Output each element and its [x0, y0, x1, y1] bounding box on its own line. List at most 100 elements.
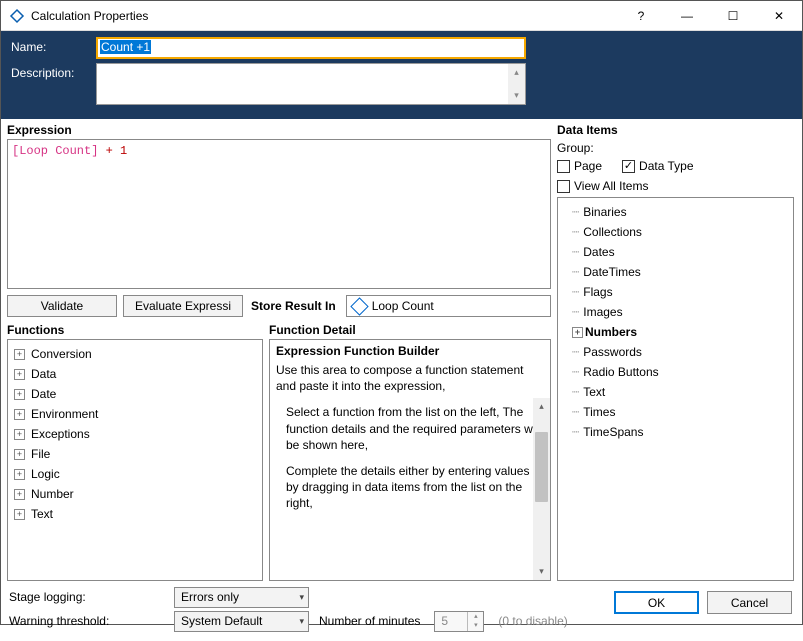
validate-button[interactable]: Validate — [7, 295, 117, 317]
warning-threshold-combo[interactable]: System Default ▾ — [174, 611, 309, 632]
dataitem-category[interactable]: ┈ Passwords — [562, 342, 789, 362]
expression-editor[interactable]: [Loop Count] + 1 — [7, 139, 551, 289]
dataitem-category-label: Passwords — [583, 345, 642, 359]
expander-icon[interactable]: + — [14, 409, 25, 420]
tree-dash-icon: ┈ — [572, 205, 579, 219]
evaluate-button[interactable]: Evaluate Expressi — [123, 295, 243, 317]
expander-icon[interactable]: + — [14, 349, 25, 360]
minutes-value: 5 — [441, 614, 448, 628]
warning-threshold-label: Warning threshold: — [9, 614, 174, 628]
dataitem-category[interactable]: ┈Text — [562, 382, 789, 402]
expander-icon[interactable]: + — [14, 449, 25, 460]
function-category[interactable]: +Logic — [10, 464, 260, 484]
function-category[interactable]: +Date — [10, 384, 260, 404]
dataitem-category[interactable]: ┈Images — [562, 302, 789, 322]
expander-icon[interactable]: + — [14, 469, 25, 480]
tree-dash-icon: ┈ — [572, 405, 579, 419]
function-detail-box: Expression Function Builder Use this are… — [269, 339, 551, 581]
expander-icon[interactable]: + — [14, 369, 25, 380]
expander-icon[interactable]: + — [14, 429, 25, 440]
description-field[interactable]: ▴ ▾ — [96, 63, 526, 105]
spin-up-icon[interactable]: ▴ — [468, 612, 483, 622]
maximize-button[interactable]: ☐ — [710, 1, 756, 31]
function-category[interactable]: + Exceptions — [10, 424, 260, 444]
dataitem-category-label: Numbers — [585, 325, 637, 339]
tree-dash-icon: ┈ — [572, 225, 579, 239]
minutes-label: Number of minutes — [319, 614, 420, 628]
dataitem-category-label: TimeSpans — [583, 425, 643, 439]
stage-logging-combo[interactable]: Errors only ▾ — [174, 587, 309, 608]
datatype-checkbox[interactable]: ✓ Data Type — [622, 159, 693, 173]
dataitems-tree[interactable]: ┈Binaries┈Collections┈Dates┈DateTimes┈Fl… — [557, 197, 794, 581]
function-category[interactable]: + Number — [10, 484, 260, 504]
tree-dash-icon: ┈ — [572, 345, 579, 359]
description-label: Description: — [11, 63, 96, 80]
functions-tree[interactable]: +Conversion+Data+Date+Environment+Except… — [7, 339, 263, 581]
description-scrollbar[interactable]: ▴ ▾ — [508, 64, 525, 104]
ok-button[interactable]: OK — [614, 591, 699, 614]
expression-label: Expression — [7, 123, 551, 137]
expander-icon[interactable]: + — [14, 509, 25, 520]
scroll-thumb[interactable] — [535, 432, 548, 502]
dataitem-category[interactable]: +Numbers — [562, 322, 789, 342]
close-button[interactable]: ✕ — [756, 1, 802, 31]
dataitems-label: Data Items — [557, 123, 794, 137]
dataitem-category[interactable]: ┈ TimeSpans — [562, 422, 789, 442]
stage-logging-value: Errors only — [181, 590, 239, 604]
stage-logging-label: Stage logging: — [9, 590, 174, 604]
store-result-label: Store Result In — [251, 299, 336, 313]
dataitem-category[interactable]: ┈Flags — [562, 282, 789, 302]
minutes-spinner[interactable]: 5 ▴ ▾ — [434, 611, 484, 632]
cancel-button[interactable]: Cancel — [707, 591, 792, 614]
function-category[interactable]: +File — [10, 444, 260, 464]
dataitem-category[interactable]: ┈Times — [562, 402, 789, 422]
warning-threshold-value: System Default — [181, 614, 262, 628]
dataitem-category[interactable]: ┈Radio Buttons — [562, 362, 789, 382]
expander-icon[interactable]: + — [14, 489, 25, 500]
dataitem-category[interactable]: ┈Binaries — [562, 202, 789, 222]
tree-dash-icon: ┈ — [572, 265, 579, 279]
expr-token-dataitem: [Loop Count] — [12, 144, 98, 158]
description-textarea[interactable] — [97, 64, 525, 104]
minimize-button[interactable]: — — [664, 1, 710, 31]
scroll-down-icon[interactable]: ▾ — [533, 563, 550, 580]
spin-down-icon[interactable]: ▾ — [468, 621, 483, 631]
expander-icon[interactable]: + — [572, 327, 583, 338]
app-icon — [9, 8, 25, 24]
name-field-wrap[interactable]: Count +1 — [96, 37, 526, 59]
tree-dash-icon: ┈ — [572, 365, 579, 379]
functions-label: Functions — [7, 323, 263, 337]
function-category[interactable]: + Conversion — [10, 344, 260, 364]
detail-p3: Complete the details either by entering … — [286, 463, 544, 512]
dataitem-category[interactable]: ┈ DateTimes — [562, 262, 789, 282]
function-category[interactable]: +Data — [10, 364, 260, 384]
expander-icon[interactable]: + — [14, 389, 25, 400]
expr-token-rest: + 1 — [98, 144, 127, 158]
tree-dash-icon: ┈ — [572, 305, 579, 319]
help-button[interactable]: ? — [618, 1, 664, 31]
tree-dash-icon: ┈ — [572, 425, 579, 439]
dataitem-category[interactable]: ┈Dates — [562, 242, 789, 262]
function-detail-label: Function Detail — [269, 323, 551, 337]
function-category[interactable]: + Environment — [10, 404, 260, 424]
function-category-label: Text — [31, 507, 53, 521]
detail-scrollbar[interactable]: ▴ ▾ — [533, 398, 550, 580]
function-category[interactable]: + Text — [10, 504, 260, 524]
function-category-label: Environment — [31, 407, 98, 421]
viewall-checkbox[interactable]: View All Items — [557, 179, 794, 193]
function-category-label: Conversion — [31, 347, 92, 361]
store-result-field[interactable]: Loop Count — [346, 295, 551, 317]
dataitem-category[interactable]: ┈Collections — [562, 222, 789, 242]
scroll-up-icon[interactable]: ▴ — [533, 398, 550, 415]
scroll-up-icon[interactable]: ▴ — [514, 64, 519, 81]
dataitem-category-label: Dates — [583, 245, 614, 259]
dataitem-category-label: DateTimes — [583, 265, 641, 279]
page-checkbox[interactable]: Page — [557, 159, 602, 173]
datatype-checkbox-label: Data Type — [639, 159, 693, 173]
scroll-down-icon[interactable]: ▾ — [514, 87, 519, 104]
store-result-value: Loop Count — [372, 299, 434, 313]
detail-p1: Use this area to compose a function stat… — [276, 362, 544, 394]
name-input[interactable]: Count +1 — [100, 40, 151, 54]
function-category-label: Number — [31, 487, 74, 501]
function-category-label: Exceptions — [31, 427, 90, 441]
